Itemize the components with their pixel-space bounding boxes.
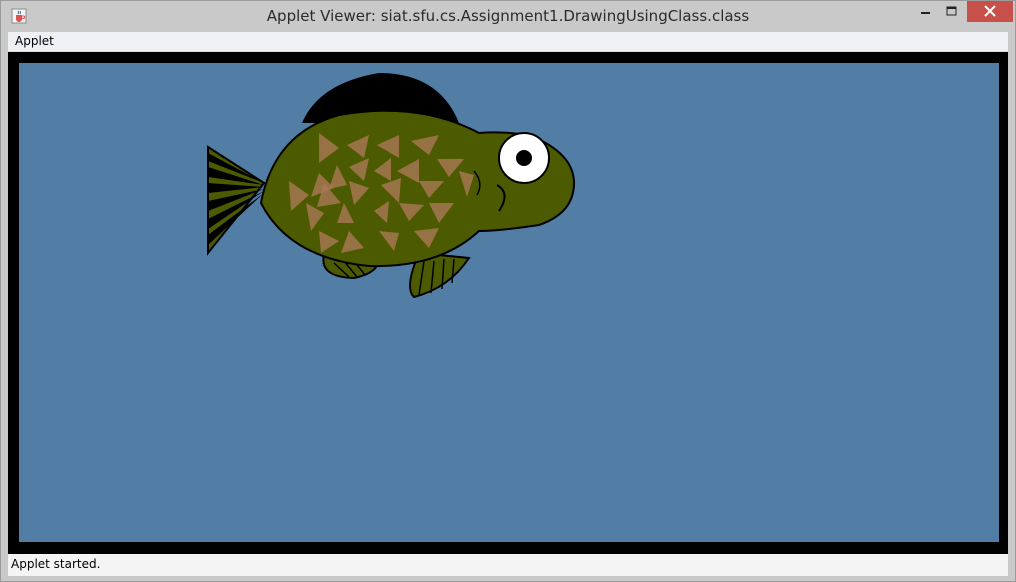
window-title: Applet Viewer: siat.sfu.cs.Assignment1.D… (266, 7, 750, 25)
menu-applet[interactable]: Applet (15, 34, 54, 48)
close-button[interactable] (967, 1, 1013, 22)
menu-bar: Applet (8, 32, 1008, 52)
title-bar[interactable]: Applet Viewer: siat.sfu.cs.Assignment1.D… (1, 1, 1015, 32)
status-bar: Applet started. (8, 554, 1008, 576)
fish-pupil (516, 150, 532, 166)
applet-panel (8, 52, 1008, 552)
close-icon (984, 5, 996, 17)
fish-drawing (207, 73, 576, 299)
client-area: Applet Applet started. (8, 32, 1008, 576)
applet-viewer-window: Applet Viewer: siat.sfu.cs.Assignment1.D… (0, 0, 1016, 582)
maximize-button[interactable] (938, 1, 965, 22)
drawing-canvas[interactable] (19, 63, 999, 542)
tail-fin (207, 145, 266, 256)
status-text: Applet started. (11, 557, 101, 571)
minimize-icon (921, 12, 930, 14)
maximize-icon (946, 6, 957, 16)
minimize-button[interactable] (911, 1, 941, 22)
